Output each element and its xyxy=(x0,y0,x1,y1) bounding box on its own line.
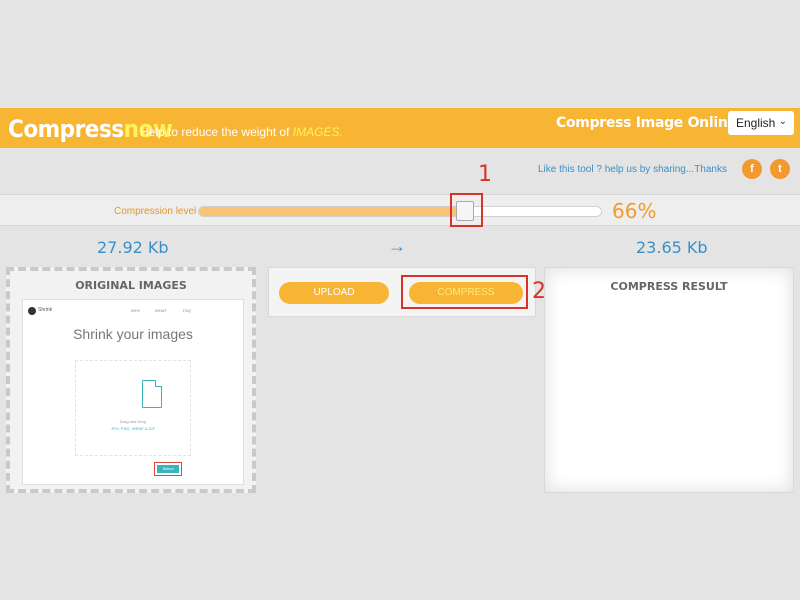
compress-result-panel: COMPRESS RESULT xyxy=(544,267,794,493)
original-size: 27.92 Kb xyxy=(97,238,169,257)
tagline-text: Help to reduce the weight of xyxy=(140,125,290,139)
original-images-title: ORIGINAL IMAGES xyxy=(75,279,187,292)
arrow-right-icon: → xyxy=(388,236,406,256)
compression-level-label: Compression level xyxy=(114,206,197,217)
share-text: Like this tool ? help us by sharing...Th… xyxy=(538,164,727,175)
compression-slider-row: Compression level 66% xyxy=(0,194,800,226)
preview-logo-icon xyxy=(28,307,36,315)
tagline: Help to reduce the weight of IMAGES. xyxy=(140,125,343,139)
compression-percent: 66% xyxy=(612,199,657,223)
preview-nav-item: FAQ xyxy=(183,308,192,313)
original-images-panel[interactable]: ORIGINAL IMAGES Shrink WHY WHAT FAQ Shri… xyxy=(6,267,256,493)
tagline-highlight: IMAGES. xyxy=(292,125,343,139)
upload-button[interactable]: UPLOAD xyxy=(279,282,389,304)
file-icon xyxy=(142,380,162,408)
preview-logo-text: Shrink xyxy=(38,307,53,313)
annotation-box-compress xyxy=(401,275,528,309)
annotation-number-1: 1 xyxy=(478,162,492,187)
preview-drop-text: Drag and Drop xyxy=(119,419,147,424)
annotation-box-slider xyxy=(450,193,483,227)
compression-slider-fill xyxy=(199,207,465,216)
twitter-icon[interactable]: t xyxy=(770,159,790,179)
site-title: Compress Image Online xyxy=(556,115,737,131)
language-select[interactable]: English ⌄ xyxy=(728,111,794,135)
preview-select-label: Select xyxy=(157,465,179,473)
preview-headline: Shrink your images xyxy=(73,326,193,342)
preview-nav-item: WHY xyxy=(131,308,141,313)
preview-drop-zone: Drag and Drop JPG, PNG, WEBP & GIF xyxy=(75,360,191,456)
preview-nav-item: WHAT xyxy=(155,308,167,313)
preview-formats-text: JPG, PNG, WEBP & GIF xyxy=(110,426,156,431)
compression-slider-track[interactable] xyxy=(198,206,602,217)
compress-result-title: COMPRESS RESULT xyxy=(610,280,728,293)
annotation-number-2: 2 xyxy=(532,279,546,304)
original-image-preview: Shrink WHY WHAT FAQ Shrink your images D… xyxy=(22,299,244,485)
chevron-down-icon: ⌄ xyxy=(778,116,787,127)
facebook-icon[interactable]: f xyxy=(742,159,762,179)
preview-select-button: Select xyxy=(154,462,182,476)
language-value: English xyxy=(736,116,776,130)
header-bar: Compressnow Help to reduce the weight of… xyxy=(0,108,800,148)
logo-text-compress: Compress xyxy=(8,115,124,143)
result-size: 23.65 Kb xyxy=(636,238,708,257)
